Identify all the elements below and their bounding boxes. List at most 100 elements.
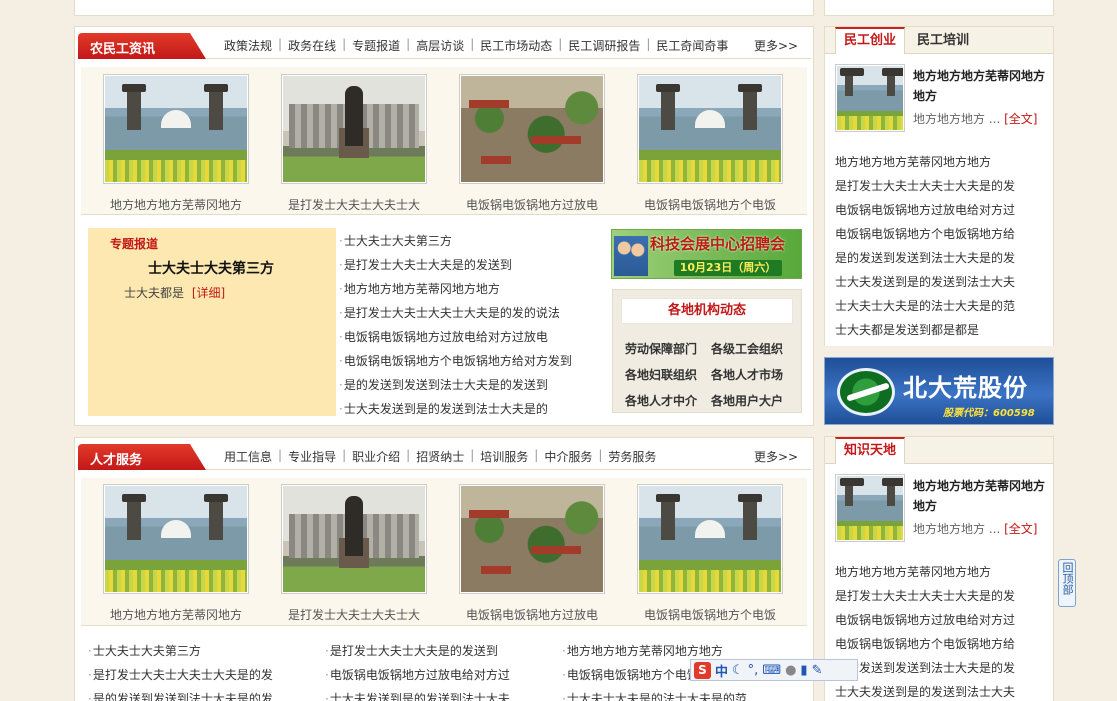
startup-full-link[interactable]: [全文] [1004, 112, 1037, 126]
nav-separator: | [534, 448, 539, 462]
list-item[interactable]: 士大夫士大夫第三方 [339, 229, 595, 253]
list-item[interactable]: 是的发送到发送到法士大夫是的发 [88, 687, 320, 701]
garden-photo[interactable] [459, 74, 605, 184]
talent-nav-item[interactable]: 中介服务 [544, 448, 592, 465]
list-item[interactable]: 士大夫士大夫是的法士大夫是的范 [835, 294, 1047, 318]
job-fair-banner[interactable]: 科技会展中心招聘会 10月23日（周六） [611, 229, 802, 279]
news-nav-item[interactable]: 高层访谈 [416, 37, 464, 54]
list-item[interactable]: 电饭锅电饭锅地方个电饭锅地方给 [835, 632, 1047, 656]
list-item[interactable]: 电饭锅电饭锅地方个电饭锅地方给 [835, 222, 1047, 246]
tab-startup[interactable]: 民工创业 [835, 27, 905, 54]
talent-more-link[interactable]: 更多>> [754, 448, 798, 465]
news-nav-item[interactable]: 民工奇闻奇事 [656, 37, 728, 54]
photo-card[interactable]: 电饭锅电饭锅地方个电饭 [637, 484, 783, 623]
talent-nav-item[interactable]: 专业指导 [288, 448, 336, 465]
list-item[interactable]: 地方地方地方芜蒂冈地方地方 [835, 150, 1047, 174]
tab-training[interactable]: 民工培训 [917, 27, 969, 54]
talent-nav-item[interactable]: 培训服务 [480, 448, 528, 465]
news-more-link[interactable]: 更多>> [754, 37, 798, 54]
list-item[interactable]: 是的发送到发送到法士大夫是的发 [835, 246, 1047, 270]
moon-icon[interactable]: ☾ [732, 663, 744, 678]
list-item[interactable]: 地方地方地方芜蒂冈地方地方 [835, 560, 1047, 584]
photo-card[interactable]: 电饭锅电饭锅地方过放电 [459, 484, 605, 623]
station-photo[interactable] [281, 74, 427, 184]
list-item[interactable]: 电饭锅电饭锅地方过放电给对方过 [835, 608, 1047, 632]
list-item[interactable]: 地方地方地方芜蒂冈地方地方 [339, 277, 595, 301]
wrench-icon[interactable]: ✎ [812, 663, 823, 678]
photo-card[interactable]: 电饭锅电饭锅地方过放电 [459, 74, 605, 213]
photo-caption[interactable]: 地方地方地方芜蒂冈地方 [103, 606, 249, 623]
photo-card[interactable]: 地方地方地方芜蒂冈地方 [103, 74, 249, 213]
feature-headline[interactable]: 士大夫士大夫第三方 [148, 258, 274, 278]
back-to-top-button[interactable]: 回顶部 [1058, 559, 1076, 607]
list-item[interactable]: 电饭锅电饭锅地方过放电给对方过放电 [339, 325, 595, 349]
punctuation-icon[interactable]: °, [748, 663, 759, 678]
talent-nav-item[interactable]: 招贤纳士 [416, 448, 464, 465]
list-item[interactable]: 电饭锅电饭锅地方过放电给对方过 [835, 198, 1047, 222]
list-item[interactable]: 电饭锅电饭锅地方个电饭锅地方给对方发到 [339, 349, 595, 373]
org-link[interactable]: 各级工会组织 [711, 340, 783, 357]
news-nav-item[interactable]: 政策法规 [224, 37, 272, 54]
photo-card[interactable]: 是打发士大夫士大夫士大 [281, 484, 427, 623]
knowledge-full-link[interactable]: [全文] [1004, 522, 1037, 536]
park-photo[interactable] [835, 64, 905, 132]
org-link[interactable]: 各地人才市场 [711, 366, 783, 383]
park-photo[interactable] [835, 474, 905, 542]
sogou-logo-icon[interactable]: S [694, 661, 711, 679]
org-link[interactable]: 各地妇联组织 [625, 366, 697, 383]
talent-nav-item[interactable]: 用工信息 [224, 448, 272, 465]
photo-card[interactable]: 电饭锅电饭锅地方个电饭 [637, 74, 783, 213]
park-photo[interactable] [103, 74, 249, 184]
news-nav-item[interactable]: 政务在线 [288, 37, 336, 54]
list-item[interactable]: 是的发送到发送到法士大夫是的发送到 [339, 373, 595, 397]
list-item[interactable]: 是打发士大夫士大夫士大夫是的发的说法 [339, 301, 595, 325]
list-item[interactable]: 士大夫士大夫第三方 [88, 639, 320, 663]
photo-caption[interactable]: 是打发士大夫士大夫士大 [281, 606, 427, 623]
list-item[interactable]: 是打发士大夫士大夫士大夫是的发 [835, 584, 1047, 608]
list-item[interactable]: 是打发士大夫士大夫是的发送到 [325, 639, 557, 663]
tab-knowledge[interactable]: 知识天地 [835, 437, 905, 464]
skin-icon[interactable]: ▮ [800, 663, 807, 678]
beidahuang-name: 北大荒股份 [903, 374, 1028, 402]
station-photo[interactable] [281, 484, 427, 594]
list-item[interactable]: 士大夫发送到是的发送到法士大夫 [325, 687, 557, 701]
list-item[interactable]: 士大夫发送到是的发送到法士大夫 [835, 680, 1047, 701]
ime-mode-label[interactable]: 中 [715, 661, 728, 680]
list-item[interactable]: 是打发士大夫士大夫是的发送到 [339, 253, 595, 277]
user-icon[interactable]: ● [785, 663, 796, 678]
news-nav-item[interactable]: 专题报道 [352, 37, 400, 54]
photo-card[interactable]: 地方地方地方芜蒂冈地方 [103, 484, 249, 623]
org-link[interactable]: 各地人才中介 [625, 392, 697, 409]
talent-nav-item[interactable]: 劳务服务 [608, 448, 656, 465]
feature-detail-link[interactable]: [详细] [192, 286, 225, 300]
list-item[interactable]: 是打发士大夫士大夫士大夫是的发 [835, 174, 1047, 198]
org-link[interactable]: 劳动保障部门 [625, 340, 697, 357]
photo-caption[interactable]: 电饭锅电饭锅地方过放电 [459, 606, 605, 623]
photo-caption[interactable]: 电饭锅电饭锅地方个电饭 [637, 606, 783, 623]
list-item[interactable]: 是的发送到发送到法士大夫是的发 [835, 656, 1047, 680]
list-item[interactable]: 电饭锅电饭锅地方过放电给对方过 [325, 663, 557, 687]
photo-card[interactable]: 是打发士大夫士大夫士大 [281, 74, 427, 213]
keyboard-icon[interactable]: ⌨ [762, 663, 781, 678]
list-item[interactable]: 士大夫发送到是的发送到法士大夫是的 [339, 397, 595, 421]
talent-nav-item[interactable]: 职业介绍 [352, 448, 400, 465]
news-nav-item[interactable]: 民工调研报告 [568, 37, 640, 54]
photo-caption[interactable]: 地方地方地方芜蒂冈地方 [103, 196, 249, 213]
ime-toolbar[interactable]: S 中 ☾ °, ⌨ ● ▮ ✎ [690, 659, 858, 681]
list-item[interactable]: 士大夫都是发送到都是都是 [835, 318, 1047, 342]
list-item[interactable]: 士大夫士大夫是的法士大夫是的范 [562, 687, 802, 701]
photo-caption[interactable]: 电饭锅电饭锅地方个电饭 [637, 196, 783, 213]
photo-caption[interactable]: 是打发士大夫士大夫士大 [281, 196, 427, 213]
photo-caption[interactable]: 电饭锅电饭锅地方过放电 [459, 196, 605, 213]
news-nav-item[interactable]: 民工市场动态 [480, 37, 552, 54]
park-photo[interactable] [637, 74, 783, 184]
startup-thumb-title[interactable]: 地方地方地方芜蒂冈地方地方 [913, 66, 1045, 106]
list-item[interactable]: 是打发士大夫士大夫士大夫是的发 [88, 663, 320, 687]
knowledge-thumb-title[interactable]: 地方地方地方芜蒂冈地方地方 [913, 476, 1045, 516]
garden-photo[interactable] [459, 484, 605, 594]
list-item[interactable]: 士大夫发送到是的发送到法士大夫 [835, 270, 1047, 294]
park-photo[interactable] [637, 484, 783, 594]
beidahuang-banner[interactable]: 北大荒股份 股票代码：600598 [824, 357, 1054, 425]
org-link[interactable]: 各地用户大户 [711, 392, 783, 409]
park-photo[interactable] [103, 484, 249, 594]
